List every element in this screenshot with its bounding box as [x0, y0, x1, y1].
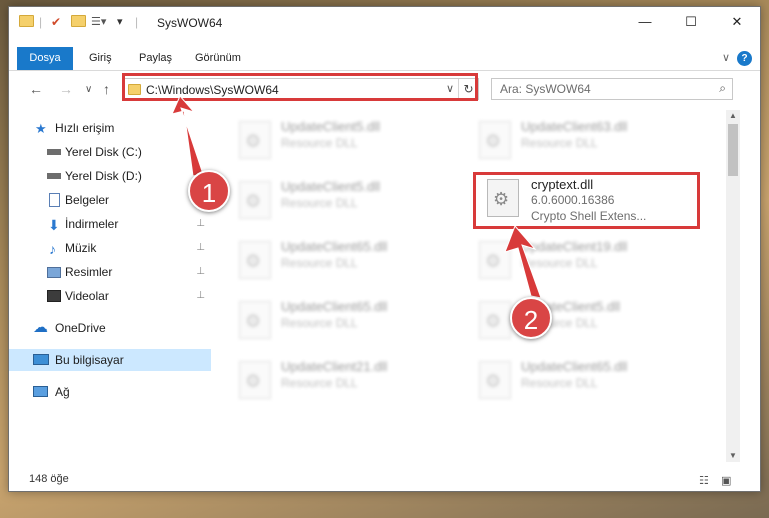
customize-toolbar-icon[interactable]: ☰▾: [91, 15, 106, 31]
minimize-button[interactable]: —: [622, 7, 668, 37]
list-item[interactable]: ⚙ UpdateClient65.dll Resource DLL: [221, 235, 441, 285]
drive-icon: [47, 149, 61, 155]
pin-icon[interactable]: ⊥: [196, 213, 205, 235]
search-placeholder: Ara: SysWOW64: [500, 82, 591, 96]
separator: |: [39, 15, 43, 29]
dll-file-icon: ⚙: [479, 121, 511, 159]
list-item[interactable]: ⚙ UpdateClient5.dll Resource DLL: [221, 175, 441, 225]
dll-file-icon: ⚙: [239, 241, 271, 279]
item-count: 148 öğe: [29, 473, 69, 485]
dll-file-icon: ⚙: [479, 361, 511, 399]
help-icon[interactable]: ?: [737, 51, 752, 66]
address-bar-highlight: [122, 73, 478, 101]
dll-file-icon: ⚙: [239, 121, 271, 159]
sidebar-item-network[interactable]: Ağ: [9, 381, 211, 403]
video-icon: [47, 290, 61, 302]
navigation-pane: ★ Hızlı erişim Yerel Disk (C:) Yerel Dis…: [9, 111, 215, 461]
list-item[interactable]: ⚙ UpdateClient19.dll Resource DLL: [461, 235, 681, 285]
list-item[interactable]: ⚙ UpdateClient5.dll Resource DLL: [221, 115, 441, 165]
download-icon: ⬇: [48, 217, 60, 233]
sidebar-item-this-pc[interactable]: Bu bilgisayar: [9, 349, 211, 371]
folder-icon: [19, 15, 34, 27]
file-list: ⚙ UpdateClient5.dll Resource DLL ⚙ Updat…: [221, 111, 733, 461]
forward-arrow-icon[interactable]: →: [59, 81, 73, 97]
tab-view[interactable]: Görünüm: [185, 47, 251, 70]
list-item[interactable]: ⚙ UpdateClient21.dll Resource DLL: [221, 355, 441, 405]
sidebar-item-pictures[interactable]: Resimler ⊥: [9, 261, 211, 283]
separator: |: [135, 15, 139, 29]
network-icon: [33, 386, 48, 397]
up-arrow-icon[interactable]: ↑: [103, 81, 110, 97]
star-icon: ★: [35, 121, 47, 136]
ribbon-tabs: Dosya Giriş Paylaş Görünüm ∨ ?: [9, 47, 760, 71]
window-title: SysWOW64: [157, 16, 223, 30]
music-icon: ♪: [49, 241, 56, 257]
sidebar-item-downloads[interactable]: ⬇ İndirmeler ⊥: [9, 213, 211, 235]
sidebar-item-local-disk-c[interactable]: Yerel Disk (C:): [9, 141, 211, 163]
cryptext-highlight: [473, 172, 700, 229]
sidebar-item-local-disk-d[interactable]: Yerel Disk (D:): [9, 165, 211, 187]
list-item[interactable]: ⚙ UpdateClient63.dll Resource DLL: [461, 115, 681, 165]
pin-icon[interactable]: ⊥: [196, 285, 205, 307]
documents-icon: [49, 193, 60, 207]
search-input[interactable]: Ara: SysWOW64 ⌕: [491, 78, 733, 100]
list-item[interactable]: ⚙ UpdateClient65.dll Resource DLL: [221, 295, 441, 345]
chevron-down-icon[interactable]: ∨: [722, 51, 730, 64]
scroll-thumb[interactable]: [728, 124, 738, 176]
title-bar: | ✔ ☰▾ ▾ | SysWOW64 — ☐ ✕: [9, 7, 760, 39]
pin-icon[interactable]: ⊥: [196, 261, 205, 283]
scroll-down-icon[interactable]: ▼: [726, 450, 740, 462]
close-button[interactable]: ✕: [714, 7, 760, 37]
new-folder-icon[interactable]: [71, 15, 86, 27]
dll-file-icon: ⚙: [239, 361, 271, 399]
pin-icon[interactable]: ⊥: [196, 237, 205, 259]
computer-icon: [33, 354, 49, 365]
sidebar-item-documents[interactable]: Belgeler ⊥: [9, 189, 211, 211]
dll-file-icon: ⚙: [239, 181, 271, 219]
drive-icon: [47, 173, 61, 179]
cloud-icon: ☁: [33, 319, 48, 336]
tab-home[interactable]: Giriş: [79, 47, 122, 70]
sidebar-item-quick-access[interactable]: ★ Hızlı erişim: [9, 117, 211, 139]
pictures-icon: [47, 267, 61, 278]
step-badge-1: 1: [188, 170, 230, 212]
recent-locations-icon[interactable]: ∨: [85, 84, 92, 95]
list-item[interactable]: ⚙ UpdateClient65.dll Resource DLL: [461, 355, 681, 405]
scroll-up-icon[interactable]: ▲: [726, 110, 740, 122]
dll-file-icon: ⚙: [239, 301, 271, 339]
dll-file-icon: ⚙: [479, 301, 511, 339]
tab-share[interactable]: Paylaş: [129, 47, 182, 70]
sidebar-item-music[interactable]: ♪ Müzik ⊥: [9, 237, 211, 259]
tab-file[interactable]: Dosya: [17, 47, 73, 70]
dll-file-icon: ⚙: [479, 241, 511, 279]
step-badge-2: 2: [510, 297, 552, 339]
list-item[interactable]: ⚙ UpdateClient5.dll Resource DLL: [461, 295, 681, 345]
sidebar-item-onedrive[interactable]: ☁ OneDrive: [9, 317, 211, 339]
properties-icon[interactable]: ✔: [51, 15, 61, 31]
details-view-icon[interactable]: ☷: [699, 474, 709, 487]
status-bar: 148 öğe ☷ ▣: [9, 469, 760, 491]
quick-access-dropdown-icon[interactable]: ▾: [117, 15, 123, 31]
back-arrow-icon[interactable]: ←: [29, 81, 43, 97]
large-icons-view-icon[interactable]: ▣: [721, 474, 731, 487]
maximize-button[interactable]: ☐: [668, 7, 714, 37]
search-icon: ⌕: [719, 81, 726, 95]
sidebar-item-videos[interactable]: Videolar ⊥: [9, 285, 211, 307]
vertical-scrollbar[interactable]: ▲ ▼: [726, 110, 740, 462]
